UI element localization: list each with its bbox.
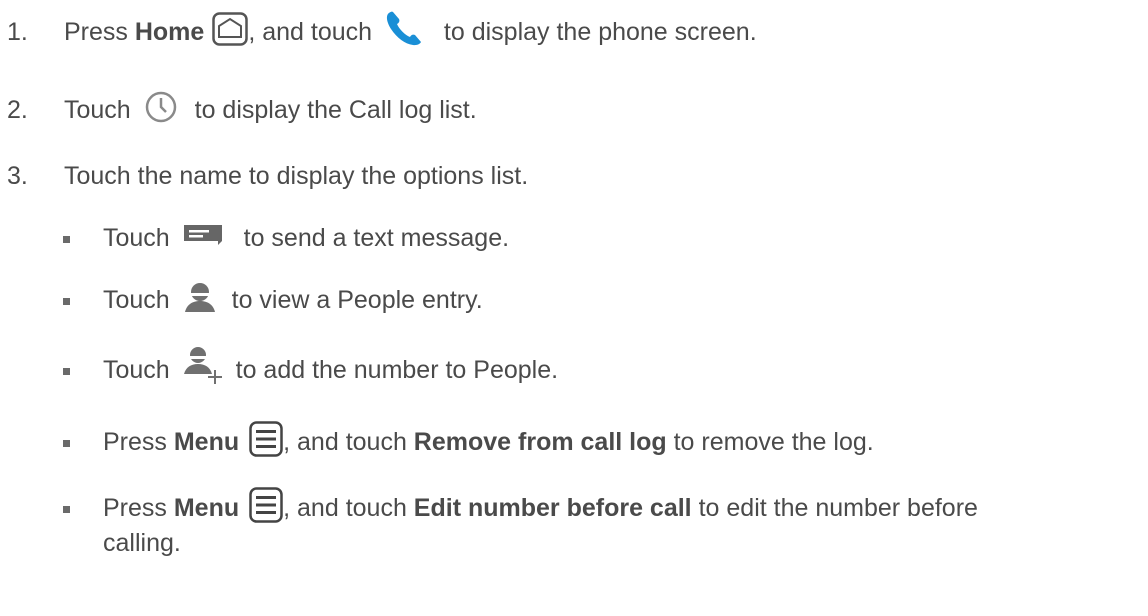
bullet — [63, 439, 70, 447]
bullet — [63, 367, 70, 375]
step-number: 3. — [7, 162, 28, 191]
menu-key-icon — [249, 487, 283, 531]
step-text: Touch the name to display the options li… — [64, 162, 529, 191]
home-key-icon — [212, 12, 249, 54]
bullet — [63, 235, 70, 243]
step-text: Press Home , and touch to display the ph… — [64, 9, 757, 57]
step-number: 1. — [7, 18, 28, 47]
people-icon — [183, 281, 217, 321]
menu-key-icon — [249, 421, 283, 465]
phone-icon — [383, 9, 427, 57]
bullet — [63, 505, 70, 513]
call-log-clock-icon — [144, 90, 178, 132]
step-number: 2. — [7, 96, 28, 125]
text-message-icon — [183, 223, 223, 254]
add-to-people-icon — [183, 346, 223, 396]
step-text: Touch to display the Call log list. — [64, 90, 477, 132]
bullet — [63, 297, 70, 305]
